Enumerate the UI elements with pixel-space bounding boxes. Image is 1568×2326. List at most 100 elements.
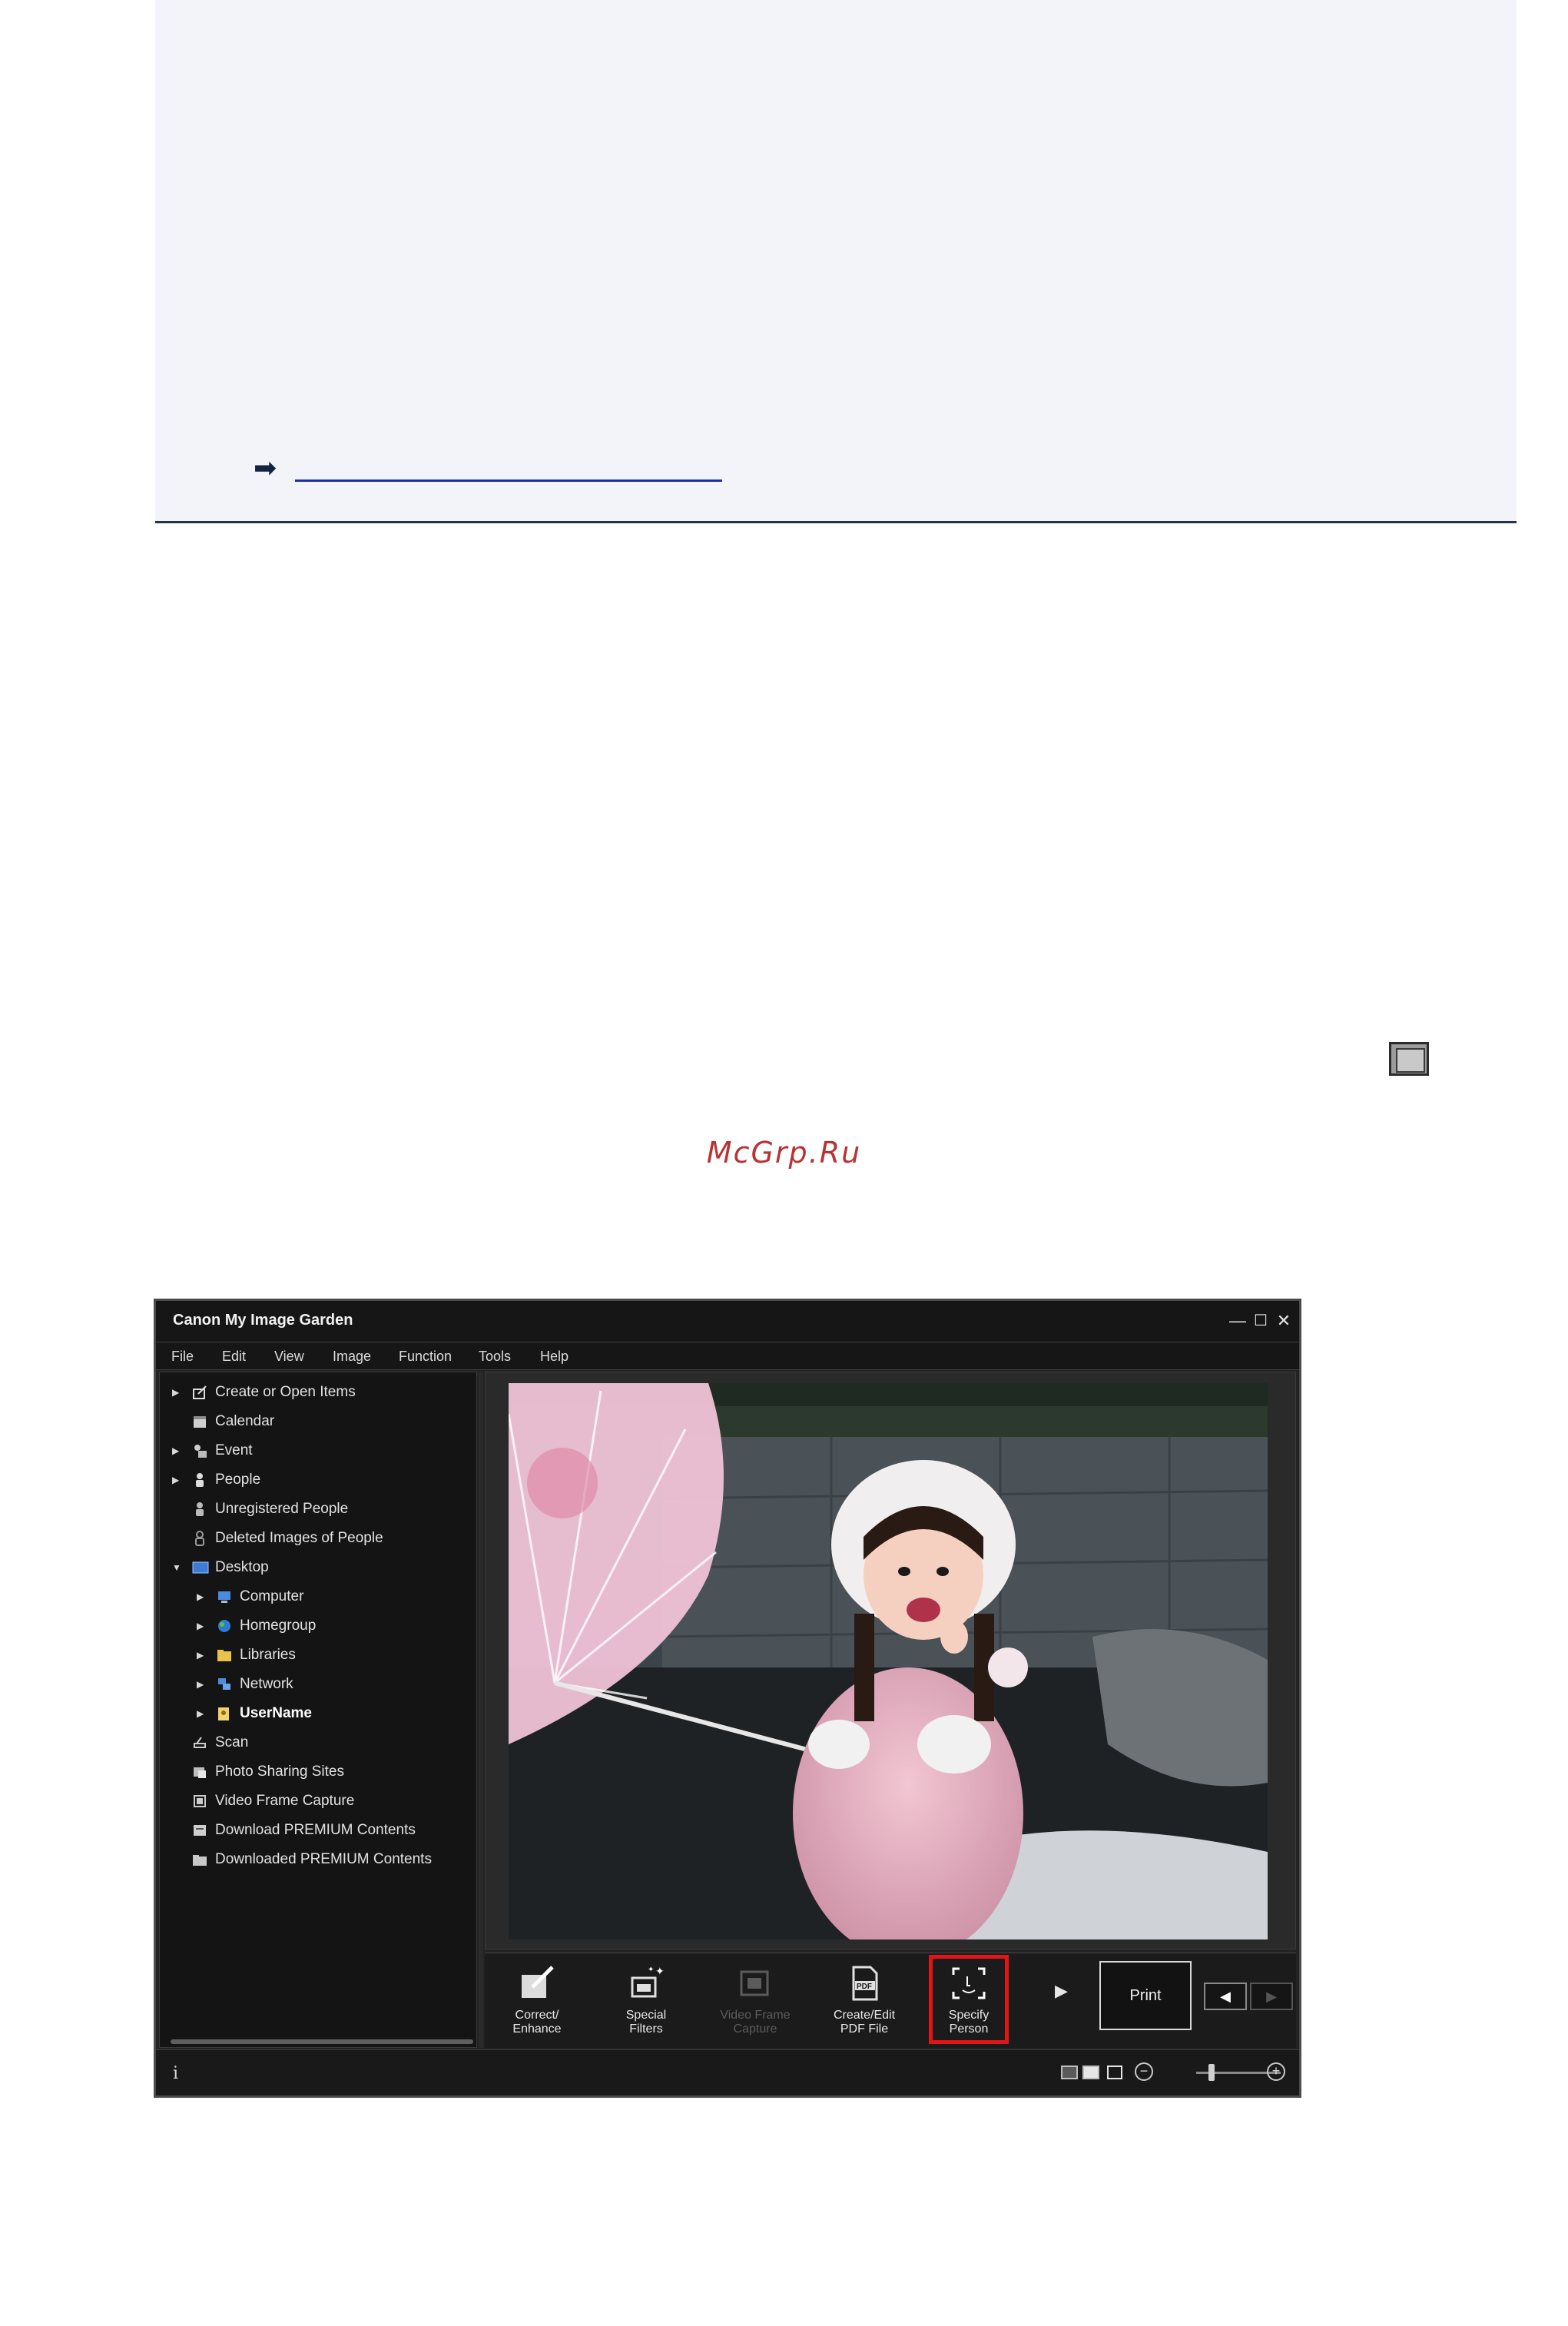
sidebar: ▶ Create or Open Items Calendar ▶ Event … (159, 1372, 477, 2048)
expand-icon[interactable]: ▶ (172, 1475, 192, 1485)
sidebar-item-label: Video Frame Capture (215, 1793, 355, 1809)
sidebar-scrollbar[interactable] (171, 2039, 473, 2044)
correct-enhance-button[interactable]: Correct/ Enhance (491, 1964, 583, 2036)
libraries-icon (217, 1647, 232, 1663)
sidebar-item-label: Computer (240, 1588, 304, 1604)
preview-view-icon[interactable] (1082, 2066, 1099, 2079)
left-arrow-icon: ◀ (1220, 1988, 1231, 2004)
title-bar: Canon My Image Garden — ☐ ✕ (156, 1301, 1299, 1342)
tool-bar: Correct/ Enhance ✦ ✦ Special Filters Vide… (485, 1953, 1296, 2048)
preview-image (509, 1383, 1268, 1939)
expand-icon[interactable]: ▶ (172, 1445, 192, 1456)
sidebar-item-label: Deleted Images of People (215, 1530, 383, 1546)
sidebar-item-username[interactable]: ▶ UserName (197, 1700, 312, 1727)
person-icon (192, 1472, 207, 1488)
unregistered-person-icon (192, 1501, 207, 1517)
minimize-icon[interactable]: — (1227, 1310, 1248, 1332)
maximize-icon[interactable]: ☐ (1250, 1310, 1271, 1332)
video-frame-capture-button[interactable]: Video Frame Capture (709, 1964, 801, 2036)
app-window: Canon My Image Garden — ☐ ✕ File Edit Vi… (154, 1299, 1301, 2098)
sidebar-item-label: Network (240, 1676, 293, 1692)
sidebar-item-label: Create or Open Items (215, 1384, 356, 1400)
sidebar-item-video-frame-capture[interactable]: Video Frame Capture (172, 1787, 354, 1815)
thumbnail-view-icon[interactable] (1061, 2066, 1078, 2079)
more-tools-arrow-icon[interactable]: ▶ (1055, 1981, 1068, 2001)
sidebar-item-downloaded-premium[interactable]: Downloaded PREMIUM Contents (172, 1846, 432, 1873)
highlight-frame (929, 1955, 1009, 2044)
scan-icon (192, 1735, 207, 1750)
sidebar-item-label: Event (215, 1442, 253, 1458)
menu-view[interactable]: View (274, 1349, 304, 1365)
calendar-icon (192, 1414, 207, 1429)
note-box (155, 0, 1517, 523)
expand-icon[interactable]: ▶ (197, 1708, 217, 1719)
sidebar-item-scan[interactable]: Scan (172, 1729, 248, 1757)
expand-icon[interactable]: ▶ (197, 1591, 217, 1602)
window-title: Canon My Image Garden (173, 1312, 353, 1329)
menu-tools[interactable]: Tools (479, 1349, 511, 1365)
sidebar-item-label: Downloaded PREMIUM Contents (215, 1851, 432, 1867)
zoom-slider-handle[interactable] (1208, 2064, 1215, 2081)
zoom-in-icon[interactable]: + (1267, 2062, 1285, 2081)
menu-help[interactable]: Help (540, 1349, 569, 1365)
status-bar: i − + (156, 2049, 1299, 2095)
previous-image-button[interactable]: ◀ (1204, 1983, 1247, 2010)
menu-file[interactable]: File (171, 1349, 194, 1365)
menu-edit[interactable]: Edit (222, 1349, 246, 1365)
right-arrow-icon: ▶ (1266, 1988, 1277, 2004)
right-arrow-icon: ➡ (254, 453, 277, 484)
sidebar-item-event[interactable]: ▶ Event (172, 1437, 253, 1465)
fit-to-window-icon[interactable] (1107, 2066, 1122, 2079)
info-icon[interactable]: i (173, 2064, 178, 2083)
expand-icon[interactable]: ▶ (197, 1621, 217, 1631)
sidebar-item-deleted-people[interactable]: Deleted Images of People (172, 1525, 383, 1552)
create-icon (192, 1385, 207, 1400)
sidebar-item-libraries[interactable]: ▶ Libraries (197, 1641, 296, 1669)
close-icon[interactable]: ✕ (1273, 1310, 1295, 1332)
sidebar-item-label: Photo Sharing Sites (215, 1764, 344, 1780)
correct-enhance-icon (517, 1964, 557, 2002)
homegroup-icon (217, 1618, 232, 1634)
sidebar-item-label: Unregistered People (215, 1501, 349, 1517)
network-icon (217, 1677, 232, 1692)
next-image-button[interactable]: ▶ (1250, 1983, 1293, 2010)
link-text[interactable] (295, 456, 723, 482)
sidebar-item-create[interactable]: ▶ Create or Open Items (172, 1379, 356, 1406)
computer-icon (217, 1589, 232, 1604)
related-link[interactable]: ➡ (254, 453, 723, 484)
expand-icon[interactable]: ▶ (197, 1650, 217, 1661)
video-frame-icon (192, 1793, 207, 1809)
folder-icon (192, 1852, 207, 1867)
sidebar-item-network[interactable]: ▶ Network (197, 1671, 293, 1698)
create-edit-pdf-button[interactable]: PDF Create/Edit PDF File (818, 1964, 910, 2036)
sidebar-item-label: Desktop (215, 1559, 269, 1575)
download-icon (192, 1823, 207, 1838)
menu-bar: File Edit View Image Function Tools Help (156, 1342, 1299, 1370)
sidebar-item-unregistered-people[interactable]: Unregistered People (172, 1495, 348, 1523)
event-icon (192, 1443, 207, 1458)
menu-image[interactable]: Image (333, 1349, 371, 1365)
sidebar-item-homegroup[interactable]: ▶ Homegroup (197, 1612, 316, 1640)
sidebar-item-desktop[interactable]: ▼ Desktop (172, 1554, 269, 1581)
sidebar-item-label: Scan (215, 1734, 249, 1750)
special-filters-icon: ✦ ✦ (626, 1964, 666, 2002)
svg-text:✦: ✦ (655, 1966, 665, 1978)
zoom-out-icon[interactable]: − (1135, 2062, 1153, 2081)
menu-function[interactable]: Function (399, 1349, 452, 1365)
panel-splitter[interactable] (479, 1372, 483, 2048)
collapse-icon[interactable]: ▼ (172, 1562, 192, 1573)
deleted-person-icon (192, 1531, 207, 1546)
special-filters-button[interactable]: ✦ ✦ Special Filters (600, 1964, 692, 2036)
preview-panel (485, 1372, 1296, 1949)
sidebar-item-download-premium[interactable]: Download PREMIUM Contents (172, 1817, 416, 1844)
user-folder-icon (217, 1706, 232, 1721)
desktop-icon (192, 1560, 209, 1575)
print-button[interactable]: Print (1099, 1961, 1192, 2030)
sidebar-item-people[interactable]: ▶ People (172, 1466, 260, 1494)
sidebar-item-photo-sharing[interactable]: Photo Sharing Sites (172, 1758, 344, 1786)
sidebar-item-calendar[interactable]: Calendar (172, 1408, 274, 1435)
sidebar-item-computer[interactable]: ▶ Computer (197, 1583, 303, 1611)
expand-icon[interactable]: ▶ (197, 1679, 217, 1690)
sidebar-item-label: Libraries (240, 1647, 296, 1663)
expand-icon[interactable]: ▶ (172, 1387, 192, 1398)
